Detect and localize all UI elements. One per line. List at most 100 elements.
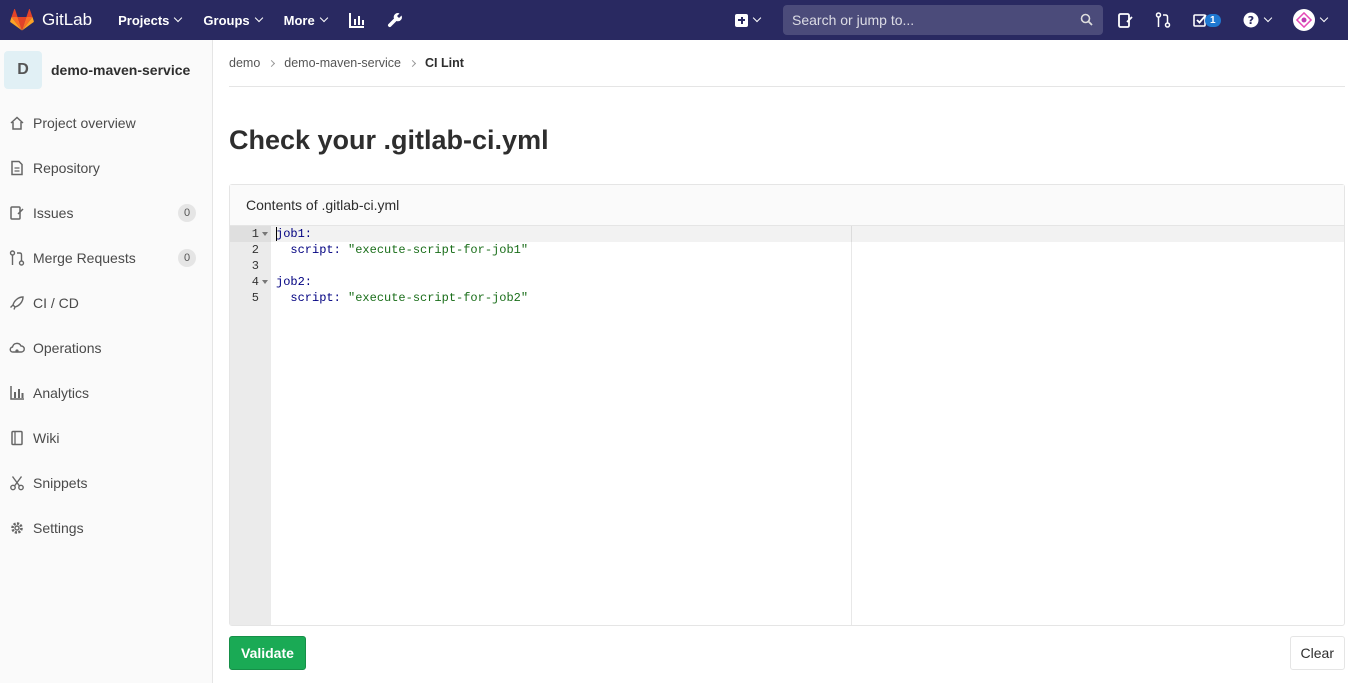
fold-arrow-icon[interactable] [262, 280, 268, 284]
issues-icon [1118, 12, 1133, 28]
sidebar-item-label: Analytics [33, 385, 90, 401]
search-icon[interactable] [1080, 13, 1093, 26]
more-menu-label: More [283, 12, 315, 28]
groups-menu[interactable]: Groups [203, 12, 263, 28]
validate-button[interactable]: Validate [229, 636, 306, 670]
line-number: 5 [251, 291, 259, 305]
question-circle-icon: ? [1243, 12, 1259, 28]
avatar [1292, 9, 1315, 31]
issues-nav-button[interactable] [1118, 12, 1133, 28]
code-line[interactable]: 1 job1: [230, 226, 1344, 242]
project-avatar: D [4, 51, 42, 89]
code-line[interactable]: 4 job2: [230, 274, 1344, 290]
clear-button[interactable]: Clear [1289, 636, 1345, 670]
fold-arrow-icon[interactable] [262, 232, 268, 236]
brand-name: GitLab [42, 10, 93, 29]
line-number: 2 [251, 243, 259, 257]
code-text: script: "execute-script-for-job1" [276, 243, 529, 257]
project-sidebar: D demo-maven-service Project overview Re… [0, 40, 213, 683]
home-icon [9, 115, 25, 131]
more-menu[interactable]: More [283, 12, 328, 28]
sidebar-item-label: Snippets [33, 475, 88, 491]
book-icon [9, 430, 25, 446]
code-editor[interactable]: 1 job1: 2 script: "execute-script-for-jo… [230, 226, 1344, 625]
merge-requests-count-badge: 0 [178, 249, 196, 267]
line-number: 1 [251, 227, 259, 241]
rocket-icon [9, 295, 25, 311]
breadcrumb-current[interactable]: CI Lint [425, 56, 464, 70]
sidebar-item-operations[interactable]: Operations [0, 330, 212, 366]
code-line[interactable]: 3 [230, 258, 1344, 274]
sidebar-item-label: Project overview [33, 115, 136, 131]
user-menu-dropdown[interactable] [1292, 9, 1328, 31]
projects-menu[interactable]: Projects [118, 12, 183, 28]
sidebar-item-label: Repository [33, 160, 100, 176]
chevron-right-icon [268, 59, 276, 67]
sidebar-item-project-overview[interactable]: Project overview [0, 105, 212, 141]
chevron-down-icon [174, 13, 183, 23]
panel-title: Contents of .gitlab-ci.yml [230, 185, 1344, 226]
chevron-down-icon [1319, 13, 1328, 23]
sidebar-item-label: Merge Requests [33, 250, 136, 266]
sidebar-item-repository[interactable]: Repository [0, 150, 212, 186]
merge-requests-nav-button[interactable] [1155, 12, 1171, 28]
sidebar-item-issues[interactable]: Issues 0 [0, 195, 212, 231]
sidebar-item-wiki[interactable]: Wiki [0, 420, 212, 456]
projects-menu-label: Projects [118, 12, 170, 28]
breadcrumb-link-group[interactable]: demo [229, 56, 260, 70]
git-merge-icon [9, 250, 25, 266]
todos-nav-button[interactable]: 1 [1193, 13, 1221, 28]
sidebar-item-merge-requests[interactable]: Merge Requests 0 [0, 240, 212, 276]
sidebar-project-header[interactable]: D demo-maven-service [0, 40, 212, 100]
search-input[interactable] [783, 12, 1068, 28]
breadcrumb: demo demo-maven-service CI Lint [229, 40, 1345, 87]
sidebar-item-label: CI / CD [33, 295, 79, 311]
main-content: demo demo-maven-service CI Lint Check yo… [229, 40, 1345, 670]
code-line[interactable]: 2 script: "execute-script-for-job1" [230, 242, 1344, 258]
code-text: job2: [276, 275, 313, 289]
issues-icon [9, 205, 25, 221]
code-text: script: "execute-script-for-job2" [276, 291, 529, 305]
issues-count-badge: 0 [178, 204, 196, 222]
project-name: demo-maven-service [51, 62, 191, 78]
brand-link[interactable]: GitLab [10, 0, 92, 40]
git-merge-icon [1155, 12, 1171, 28]
line-number: 3 [251, 259, 259, 273]
code-text: job1: [276, 227, 313, 241]
activity-chart-icon[interactable] [348, 12, 365, 28]
page-title: Check your .gitlab-ci.yml [229, 125, 549, 155]
new-item-dropdown[interactable] [735, 13, 762, 27]
sidebar-item-snippets[interactable]: Snippets [0, 465, 212, 501]
scissors-icon [9, 475, 25, 491]
chevron-right-icon [408, 59, 417, 67]
help-dropdown[interactable]: ? [1243, 12, 1272, 28]
yaml-editor-panel: Contents of .gitlab-ci.yml 1 job1: 2 scr… [229, 184, 1345, 626]
sidebar-item-label: Operations [33, 340, 102, 356]
line-number: 4 [251, 275, 259, 289]
code-line[interactable]: 5 script: "execute-script-for-job2" [230, 290, 1344, 306]
chevron-down-icon [1263, 13, 1272, 23]
gitlab-logo-icon [10, 9, 34, 31]
top-navbar: GitLab Projects Groups More Search or ju… [0, 0, 1348, 40]
doc-text-icon [9, 160, 25, 176]
plus-square-icon [735, 13, 748, 27]
chart-icon [9, 385, 25, 401]
breadcrumb-link-project[interactable]: demo-maven-service [284, 56, 401, 70]
groups-menu-label: Groups [203, 12, 250, 28]
sidebar-item-settings[interactable]: Settings [0, 510, 212, 546]
chevron-down-icon [319, 13, 328, 23]
sidebar-item-label: Settings [33, 520, 84, 536]
search-box [783, 5, 1103, 35]
gear-icon [9, 520, 25, 536]
todo-count-badge: 1 [1205, 13, 1221, 27]
chevron-down-icon [254, 13, 263, 23]
sidebar-item-label: Issues [33, 205, 74, 221]
sidebar-item-analytics[interactable]: Analytics [0, 375, 212, 411]
cloud-gear-icon [9, 340, 25, 356]
text-cursor [276, 227, 277, 241]
svg-text:?: ? [1247, 14, 1253, 27]
admin-wrench-icon[interactable] [387, 12, 403, 28]
sidebar-item-ci-cd[interactable]: CI / CD [0, 285, 212, 321]
sidebar-item-label: Wiki [33, 430, 60, 446]
chevron-down-icon [752, 13, 762, 23]
